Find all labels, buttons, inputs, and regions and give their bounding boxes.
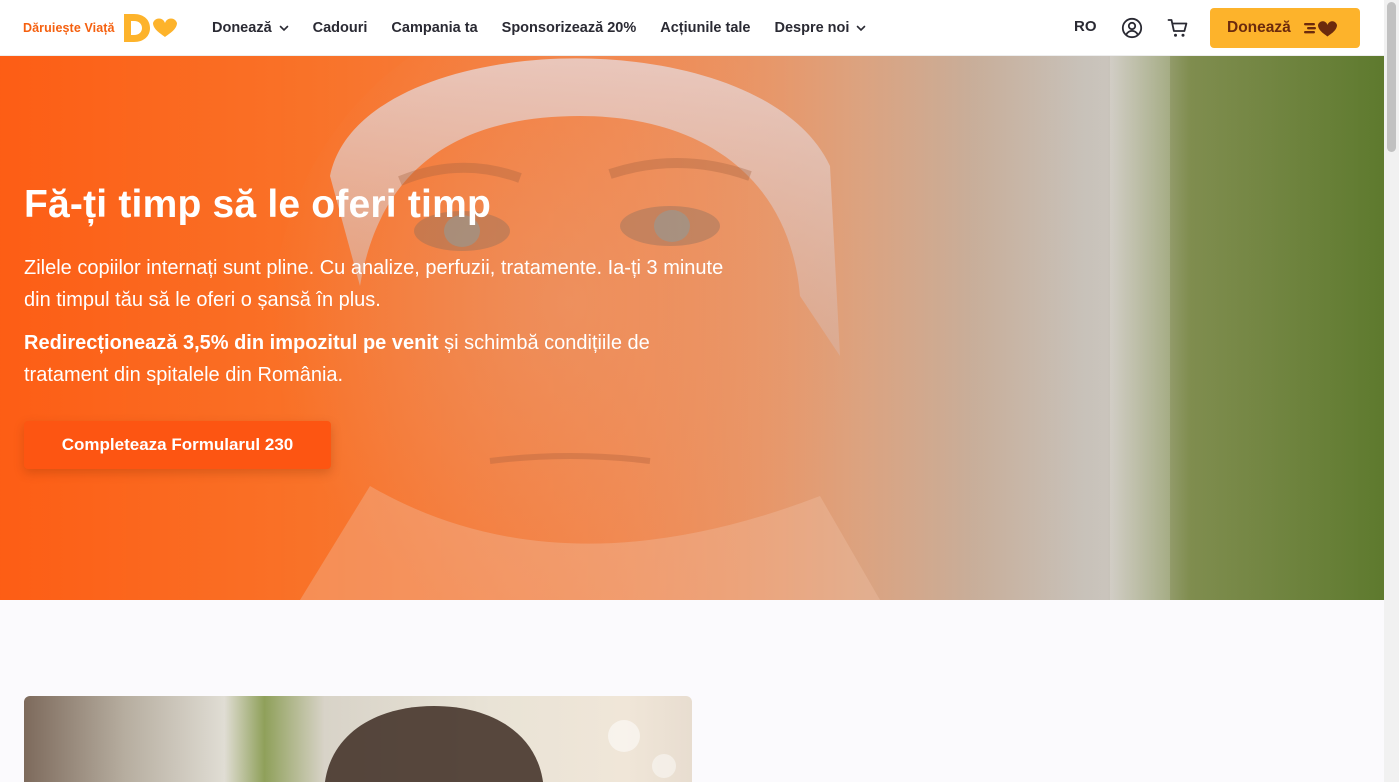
page-scrollbar[interactable] (1384, 0, 1399, 782)
menu-item-campania-ta[interactable]: Campania ta (391, 20, 477, 36)
hero-paragraph-2: Redirecționează 3,5% din impozitul pe ve… (24, 327, 724, 391)
heart-speed-icon (1303, 21, 1337, 37)
logo-text: Dăruiește Viață (23, 21, 115, 35)
content-photo (325, 706, 676, 782)
hero-banner: Fă-ți timp să le oferi timp Zilele copii… (0, 56, 1384, 600)
menu-item-actiunile-tale[interactable]: Acțiunile tale (660, 20, 750, 36)
top-navbar: Dăruiește Viață Donează Cadouri Campania… (0, 0, 1384, 56)
menu-item-cadouri[interactable]: Cadouri (313, 20, 368, 36)
hero-title: Fă-ți timp să le oferi timp (24, 183, 491, 226)
chevron-down-icon (279, 25, 288, 32)
menu-item-label: Campania ta (391, 20, 478, 36)
menu-item-doneaza[interactable]: Donează (212, 20, 289, 36)
menu-item-label: Donează (212, 20, 272, 36)
menu-item-sponsorizeaza[interactable]: Sponsorizează 20% (502, 20, 637, 36)
chevron-down-icon (857, 25, 866, 32)
hero-paragraph-2-bold: Redirecționează 3,5% din impozitul pe ve… (24, 332, 439, 354)
language-switcher[interactable]: RO (1074, 18, 1097, 35)
menu-item-label: Acțiunile tale (660, 20, 751, 36)
logo[interactable]: Dăruiește Viață (23, 11, 181, 45)
form-230-button[interactable]: Completeaza Formularul 230 (24, 421, 331, 469)
user-icon[interactable] (1121, 17, 1143, 39)
logo-mark-icon (123, 14, 177, 42)
form-230-button-label: Completeaza Formularul 230 (61, 435, 294, 454)
hero-paragraph-1: Zilele copiilor internați sunt pline. Cu… (24, 257, 724, 311)
donate-button[interactable]: Donează (1210, 8, 1360, 48)
menu-item-label: Sponsorizează 20% (501, 20, 637, 36)
menu-item-despre-noi[interactable]: Despre noi (774, 20, 866, 36)
content-image (24, 696, 692, 782)
cart-icon[interactable] (1167, 17, 1189, 39)
main-menu: Donează Cadouri Campania ta Sponsorizeaz… (212, 0, 890, 56)
donate-button-label: Donează (1227, 19, 1291, 36)
menu-item-label: Cadouri (312, 20, 368, 36)
menu-item-label: Despre noi (774, 20, 850, 36)
scrollbar-thumb[interactable] (1387, 2, 1396, 152)
